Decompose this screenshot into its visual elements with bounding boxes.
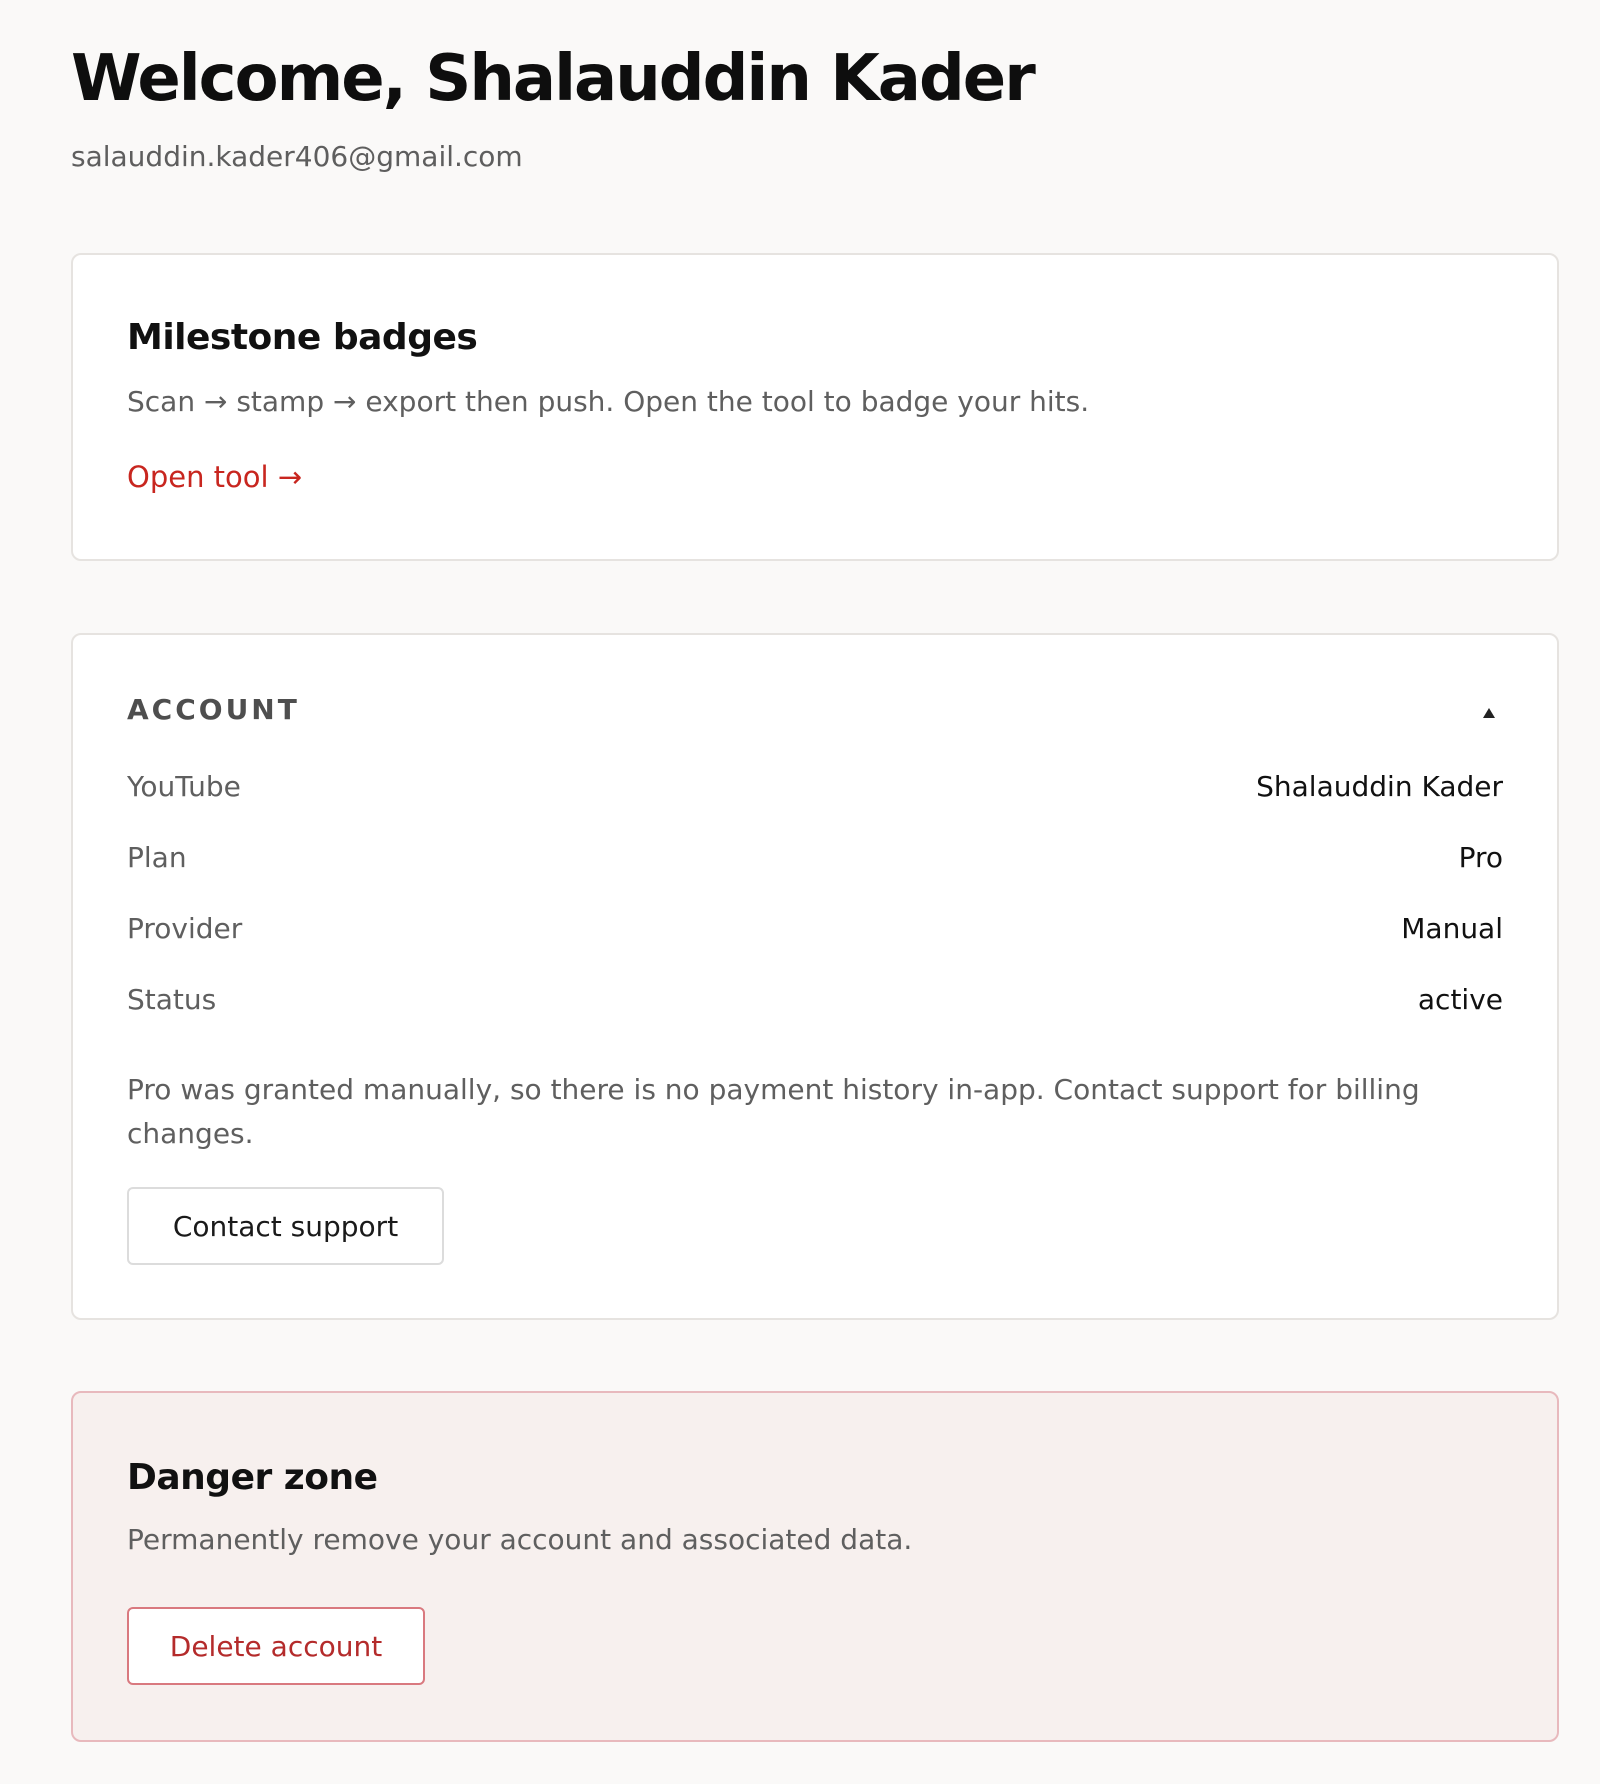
caret-up-icon[interactable] (1481, 705, 1497, 719)
page-title: Welcome, Shalauddin Kader (71, 42, 1036, 116)
account-row-value: Manual (1401, 912, 1503, 945)
milestone-badges-card: Milestone badges Scan → stamp → export t… (71, 253, 1559, 561)
account-section-label: ACCOUNT (127, 693, 300, 726)
delete-account-button[interactable]: Delete account (127, 1607, 425, 1685)
account-row-label: Plan (127, 841, 187, 874)
account-card: ACCOUNT YouTube Shalauddin Kader Plan Pr… (71, 633, 1559, 1320)
danger-zone-card: Danger zone Permanently remove your acco… (71, 1391, 1559, 1742)
account-row-label: Status (127, 983, 217, 1016)
account-row-value: active (1417, 983, 1503, 1016)
account-row-status: Status active (127, 983, 1503, 1023)
milestone-badges-description: Scan → stamp → export then push. Open th… (127, 385, 1090, 418)
contact-support-button[interactable]: Contact support (127, 1187, 444, 1265)
milestone-badges-title: Milestone badges (127, 317, 478, 358)
billing-note: Pro was granted manually, so there is no… (127, 1073, 1420, 1150)
open-tool-link[interactable]: Open tool → (127, 460, 302, 494)
account-row-label: Provider (127, 912, 243, 945)
account-row-value: Pro (1458, 841, 1503, 874)
account-row-youtube: YouTube Shalauddin Kader (127, 770, 1503, 810)
account-row-value: Shalauddin Kader (1256, 770, 1503, 803)
account-row-plan: Plan Pro (127, 841, 1503, 881)
account-row-label: YouTube (127, 770, 241, 803)
user-email: salauddin.kader406@gmail.com (71, 140, 523, 173)
danger-zone-title: Danger zone (127, 1457, 378, 1498)
account-row-provider: Provider Manual (127, 912, 1503, 952)
danger-zone-description: Permanently remove your account and asso… (127, 1523, 913, 1556)
